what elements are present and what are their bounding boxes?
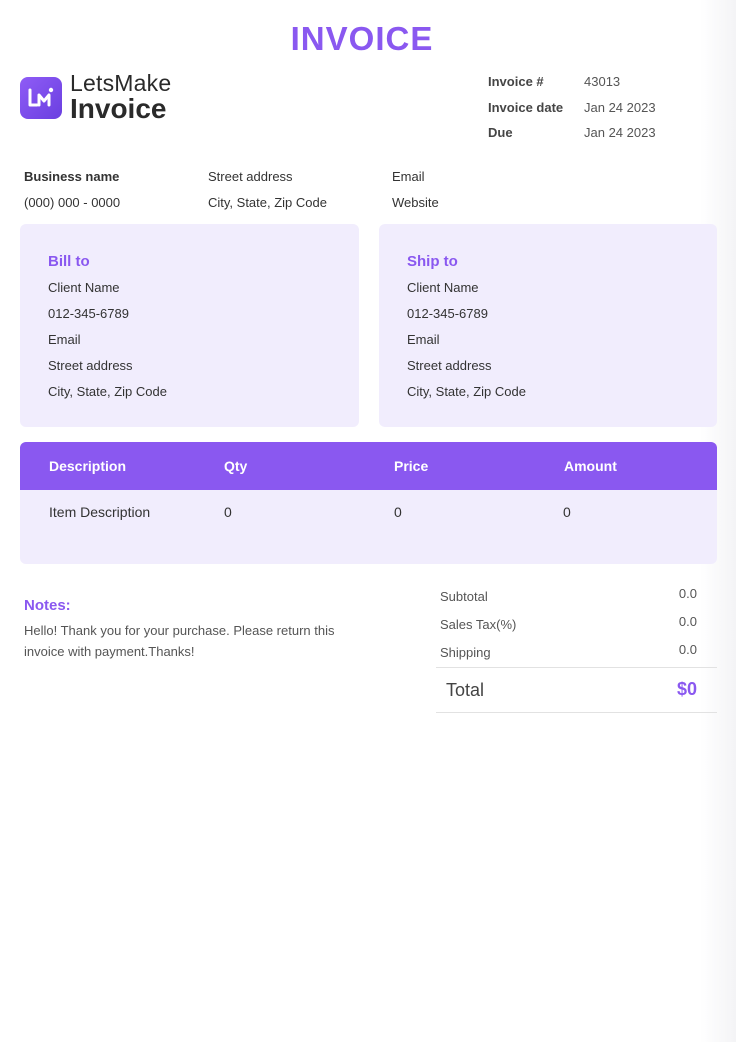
- total-row: Total $0: [436, 667, 717, 713]
- tax-row: Sales Tax(%) 0.0: [436, 611, 717, 639]
- bill-to-title: Bill to: [48, 252, 90, 270]
- bill-to-city: City, State, Zip Code: [48, 383, 167, 399]
- ship-to-phone: 012-345-6789: [407, 305, 488, 321]
- invoice-date-value: Jan 24 2023: [584, 99, 656, 115]
- business-phone: (000) 000 - 0000: [24, 194, 121, 210]
- subtotal-label: Subtotal: [440, 589, 488, 604]
- invoice-number-row: Invoice # 43013: [488, 69, 656, 95]
- totals-section: Subtotal 0.0 Sales Tax(%) 0.0 Shipping 0…: [436, 583, 717, 713]
- business-name: Business name: [24, 168, 120, 184]
- total-value: $0: [676, 679, 697, 699]
- due-date-value: Jan 24 2023: [584, 125, 656, 141]
- row-price: 0: [394, 504, 402, 520]
- business-email: Email: [392, 168, 425, 184]
- notes-title: Notes:: [24, 597, 71, 614]
- bill-to-name: Client Name: [48, 279, 120, 295]
- shipping-value: 0.0: [678, 642, 697, 657]
- notes-text: Hello! Thank you for your purchase. Plea…: [24, 623, 335, 659]
- ship-to-name: Client Name: [407, 279, 479, 295]
- bill-to-phone: 012-345-6789: [48, 305, 129, 321]
- ship-to-city: City, State, Zip Code: [407, 383, 526, 399]
- business-website: Website: [392, 194, 439, 210]
- brand-logo: LetsMake Invoice: [20, 72, 171, 123]
- bill-to-street: Street address: [48, 357, 133, 373]
- items-table: Description Qty Price Amount Item Descri…: [20, 442, 717, 564]
- due-date-label: Due: [488, 125, 513, 141]
- business-street: Street address: [208, 168, 293, 184]
- row-amount: 0: [563, 504, 571, 520]
- due-date-row: Due Jan 24 2023: [488, 120, 656, 146]
- table-row: Item Description 0 0 0: [20, 490, 717, 538]
- shipping-label: Shipping: [440, 645, 491, 660]
- tax-label: Sales Tax(%): [440, 617, 517, 632]
- subtotal-value: 0.0: [678, 586, 697, 601]
- business-city: City, State, Zip Code: [208, 194, 327, 210]
- ship-to-street: Street address: [407, 357, 492, 373]
- ship-to-email: Email: [407, 331, 440, 347]
- row-description: Item Description: [49, 504, 151, 520]
- invoice-date-row: Invoice date Jan 24 2023: [488, 95, 656, 121]
- header-price: Price: [394, 458, 429, 474]
- invoice-title: INVOICE: [290, 20, 434, 57]
- lm-logo-icon: [20, 76, 62, 119]
- shipping-row: Shipping 0.0: [436, 639, 717, 667]
- invoice-meta: Invoice # 43013 Invoice date Jan 24 2023…: [488, 69, 656, 146]
- logo-text-top: LetsMake: [70, 70, 172, 96]
- notes-section: Notes: Hello! Thank you for your purchas…: [24, 597, 354, 662]
- bill-to-card: Bill to Client Name 012-345-6789 Email S…: [20, 224, 359, 427]
- ship-to-card: Ship to Client Name 012-345-6789 Email S…: [379, 224, 717, 427]
- header-amount: Amount: [564, 458, 617, 474]
- invoice-number-value: 43013: [584, 74, 621, 90]
- header-description: Description: [49, 458, 127, 474]
- row-qty: 0: [224, 504, 232, 520]
- total-label: Total: [446, 680, 485, 700]
- bill-to-email: Email: [48, 331, 81, 347]
- invoice-date-label: Invoice date: [488, 99, 564, 115]
- tax-value: 0.0: [678, 614, 697, 629]
- subtotal-row: Subtotal 0.0: [436, 583, 717, 611]
- logo-text-bottom: Invoice: [70, 93, 167, 124]
- invoice-page: INVOICE LetsMake Invoice Invoice # 43013…: [0, 0, 736, 1042]
- items-table-header: Description Qty Price Amount: [20, 442, 717, 490]
- invoice-number-label: Invoice #: [488, 74, 544, 90]
- header-qty: Qty: [224, 458, 248, 474]
- ship-to-title: Ship to: [407, 252, 458, 270]
